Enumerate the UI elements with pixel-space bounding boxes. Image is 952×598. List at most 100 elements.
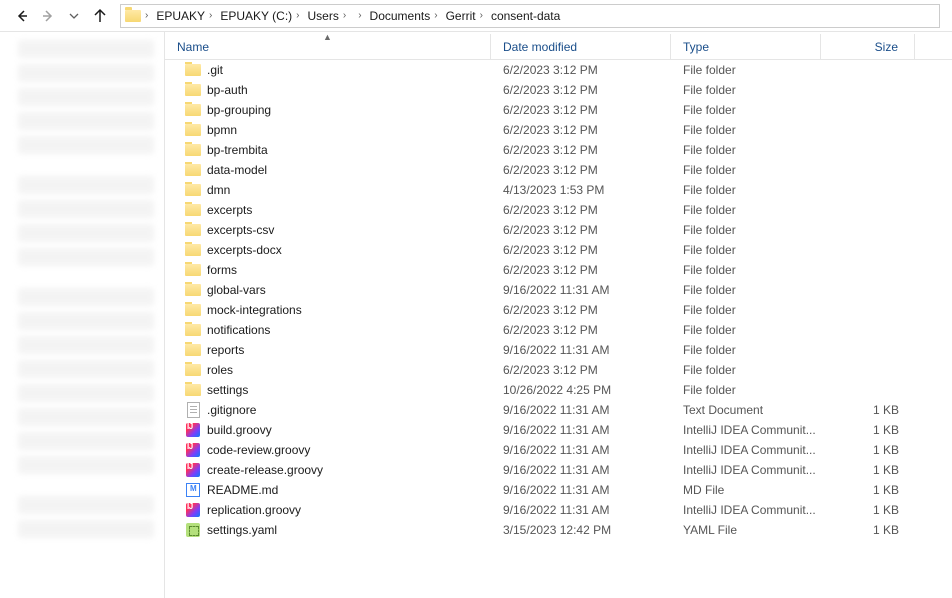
column-header-type[interactable]: Type: [671, 34, 821, 59]
recent-dropdown[interactable]: [62, 4, 86, 28]
folder-icon: [185, 222, 201, 238]
file-row[interactable]: settings.yaml3/15/2023 12:42 PMYAML File…: [165, 520, 952, 540]
file-name: settings.yaml: [207, 523, 277, 537]
sidebar-item[interactable]: [18, 384, 154, 402]
forward-button[interactable]: [36, 4, 60, 28]
chevron-right-icon[interactable]: ›: [358, 10, 361, 21]
chevron-right-icon[interactable]: ›: [343, 10, 346, 21]
folder-icon: [185, 262, 201, 278]
file-row[interactable]: excerpts-docx6/2/2023 3:12 PMFile folder: [165, 240, 952, 260]
file-row[interactable]: forms6/2/2023 3:12 PMFile folder: [165, 260, 952, 280]
cell-name: excerpts: [165, 202, 491, 218]
breadcrumb-segment[interactable]: Documents›: [364, 5, 440, 27]
cell-name: excerpts-csv: [165, 222, 491, 238]
file-row[interactable]: replication.groovy9/16/2022 11:31 AMInte…: [165, 500, 952, 520]
sidebar-item[interactable]: [18, 336, 154, 354]
folder-icon: [185, 102, 201, 118]
cell-date: 6/2/2023 3:12 PM: [491, 63, 671, 77]
cell-type: File folder: [671, 83, 821, 97]
file-name: mock-integrations: [207, 303, 302, 317]
folder-icon: [185, 342, 201, 358]
sidebar-item[interactable]: [18, 40, 154, 58]
sidebar-item[interactable]: [18, 88, 154, 106]
cell-name: data-model: [165, 162, 491, 178]
file-row[interactable]: settings10/26/2022 4:25 PMFile folder: [165, 380, 952, 400]
sidebar-item[interactable]: [18, 432, 154, 450]
cell-date: 9/16/2022 11:31 AM: [491, 403, 671, 417]
file-row[interactable]: dmn4/13/2023 1:53 PMFile folder: [165, 180, 952, 200]
cell-type: File folder: [671, 163, 821, 177]
breadcrumb-segment[interactable]: EPUAKY (C:)›: [214, 5, 301, 27]
cell-date: 6/2/2023 3:12 PM: [491, 203, 671, 217]
file-row[interactable]: bp-auth6/2/2023 3:12 PMFile folder: [165, 80, 952, 100]
column-header-size[interactable]: Size: [821, 34, 915, 59]
file-row[interactable]: build.groovy9/16/2022 11:31 AMIntelliJ I…: [165, 420, 952, 440]
file-row[interactable]: .gitignore9/16/2022 11:31 AMText Documen…: [165, 400, 952, 420]
cell-size: 1 KB: [821, 503, 915, 517]
sidebar-item[interactable]: [18, 200, 154, 218]
sidebar-item[interactable]: [18, 248, 154, 266]
breadcrumb-segment[interactable]: Users›: [302, 5, 349, 27]
sidebar-item[interactable]: [18, 312, 154, 330]
chevron-right-icon[interactable]: ›: [434, 10, 437, 21]
sidebar-item[interactable]: [18, 520, 154, 538]
file-name: README.md: [207, 483, 278, 497]
breadcrumb-segment[interactable]: consent-data: [485, 5, 562, 27]
sidebar-item[interactable]: [18, 456, 154, 474]
arrow-up-icon: [92, 8, 108, 24]
file-row[interactable]: excerpts-csv6/2/2023 3:12 PMFile folder: [165, 220, 952, 240]
file-row[interactable]: create-release.groovy9/16/2022 11:31 AMI…: [165, 460, 952, 480]
folder-icon: [185, 82, 201, 98]
sidebar-item[interactable]: [18, 112, 154, 130]
sidebar-item[interactable]: [18, 496, 154, 514]
folder-icon: [185, 122, 201, 138]
column-header-spacer: [915, 34, 952, 59]
folder-icon: [185, 362, 201, 378]
breadcrumb-segment[interactable]: EPUAKY›: [150, 5, 214, 27]
folder-icon: [185, 142, 201, 158]
up-button[interactable]: [88, 4, 112, 28]
sidebar-item[interactable]: [18, 408, 154, 426]
chevron-right-icon[interactable]: ›: [296, 10, 299, 21]
sidebar-item[interactable]: [18, 224, 154, 242]
back-button[interactable]: [10, 4, 34, 28]
address-bar[interactable]: › EPUAKY›EPUAKY (C:)›Users› ›Documents›G…: [120, 4, 940, 28]
cell-name: bp-grouping: [165, 102, 491, 118]
file-row[interactable]: mock-integrations6/2/2023 3:12 PMFile fo…: [165, 300, 952, 320]
breadcrumb-segment[interactable]: ›: [348, 5, 363, 27]
sidebar-item[interactable]: [18, 136, 154, 154]
file-row[interactable]: reports9/16/2022 11:31 AMFile folder: [165, 340, 952, 360]
file-row[interactable]: bp-grouping6/2/2023 3:12 PMFile folder: [165, 100, 952, 120]
sidebar: [0, 32, 165, 598]
cell-date: 9/16/2022 11:31 AM: [491, 423, 671, 437]
column-label: Size: [875, 40, 898, 54]
column-header-name[interactable]: Name ▲: [165, 34, 491, 59]
sidebar-item[interactable]: [18, 288, 154, 306]
file-row[interactable]: data-model6/2/2023 3:12 PMFile folder: [165, 160, 952, 180]
file-row[interactable]: excerpts6/2/2023 3:12 PMFile folder: [165, 200, 952, 220]
chevron-right-icon[interactable]: ›: [209, 10, 212, 21]
file-row[interactable]: code-review.groovy9/16/2022 11:31 AMInte…: [165, 440, 952, 460]
toolbar: › EPUAKY›EPUAKY (C:)›Users› ›Documents›G…: [0, 0, 952, 32]
file-row[interactable]: notifications6/2/2023 3:12 PMFile folder: [165, 320, 952, 340]
folder-icon: [185, 62, 201, 78]
file-row[interactable]: bpmn6/2/2023 3:12 PMFile folder: [165, 120, 952, 140]
file-row[interactable]: global-vars9/16/2022 11:31 AMFile folder: [165, 280, 952, 300]
cell-date: 3/15/2023 12:42 PM: [491, 523, 671, 537]
sidebar-item[interactable]: [18, 64, 154, 82]
breadcrumb-segment[interactable]: Gerrit›: [440, 5, 485, 27]
column-header-date[interactable]: Date modified: [491, 34, 671, 59]
chevron-right-icon[interactable]: ›: [480, 10, 483, 21]
sidebar-item[interactable]: [18, 176, 154, 194]
cell-name: excerpts-docx: [165, 242, 491, 258]
cell-date: 6/2/2023 3:12 PM: [491, 363, 671, 377]
file-row[interactable]: .git6/2/2023 3:12 PMFile folder: [165, 60, 952, 80]
sidebar-item[interactable]: [18, 360, 154, 378]
cell-date: 9/16/2022 11:31 AM: [491, 503, 671, 517]
file-name: create-release.groovy: [207, 463, 323, 477]
file-row[interactable]: roles6/2/2023 3:12 PMFile folder: [165, 360, 952, 380]
cell-type: File folder: [671, 223, 821, 237]
file-row[interactable]: README.md9/16/2022 11:31 AMMD File1 KB: [165, 480, 952, 500]
file-rows: .git6/2/2023 3:12 PMFile folderbp-auth6/…: [165, 60, 952, 598]
file-row[interactable]: bp-trembita6/2/2023 3:12 PMFile folder: [165, 140, 952, 160]
